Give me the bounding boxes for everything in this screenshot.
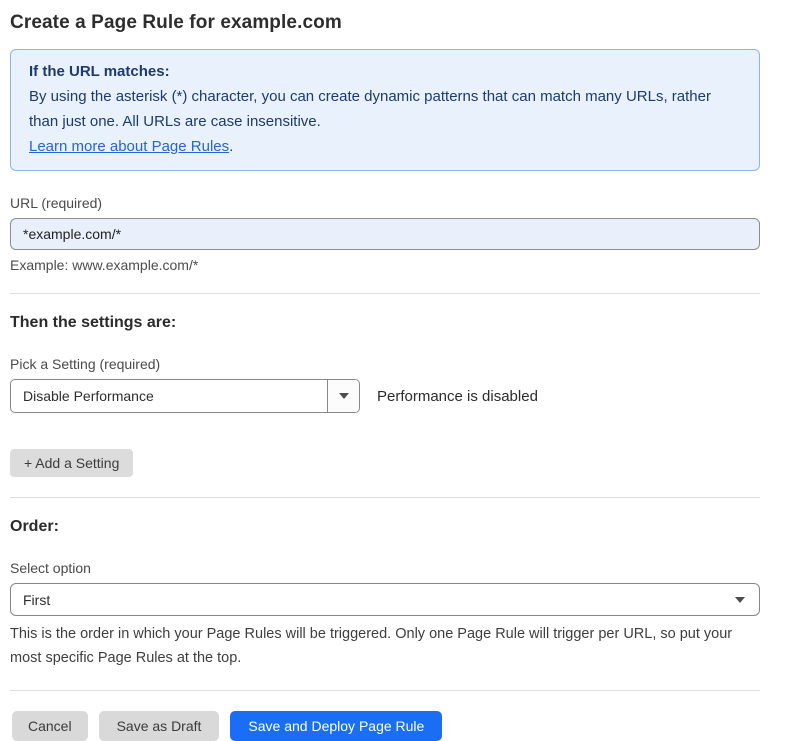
url-example-helper: Example: www.example.com/* xyxy=(10,257,760,273)
save-and-deploy-button[interactable]: Save and Deploy Page Rule xyxy=(230,711,442,741)
footer-actions: Cancel Save as Draft Save and Deploy Pag… xyxy=(10,711,760,741)
setting-row: Disable Performance Performance is disab… xyxy=(10,379,760,413)
order-select-value: First xyxy=(23,592,735,608)
save-as-draft-button[interactable]: Save as Draft xyxy=(99,711,220,741)
setting-select[interactable]: Disable Performance xyxy=(10,379,360,413)
learn-more-link[interactable]: Learn more about Page Rules xyxy=(29,138,229,155)
chevron-down-icon xyxy=(735,597,745,603)
order-helper-text: This is the order in which your Page Rul… xyxy=(10,622,748,670)
info-box-body: By using the asterisk (*) character, you… xyxy=(29,84,711,134)
setting-select-value: Disable Performance xyxy=(11,380,327,412)
setting-status-text: Performance is disabled xyxy=(377,388,538,405)
setting-select-arrow-button[interactable] xyxy=(327,380,359,412)
chevron-down-icon xyxy=(339,393,349,399)
divider xyxy=(10,690,760,691)
url-matches-info-box: If the URL matches: By using the asteris… xyxy=(10,49,760,171)
create-page-rule-form: Create a Page Rule for example.com If th… xyxy=(0,0,790,741)
order-section-heading: Order: xyxy=(10,518,760,536)
link-suffix: . xyxy=(229,138,233,155)
order-select[interactable]: First xyxy=(10,583,760,616)
url-input[interactable] xyxy=(10,218,760,250)
page-title: Create a Page Rule for example.com xyxy=(10,12,760,34)
cancel-button[interactable]: Cancel xyxy=(12,711,88,741)
divider xyxy=(10,497,760,498)
divider xyxy=(10,293,760,294)
pick-setting-label: Pick a Setting (required) xyxy=(10,356,760,372)
settings-section-heading: Then the settings are: xyxy=(10,314,760,332)
info-box-link-line: Learn more about Page Rules. xyxy=(29,134,741,159)
order-select-label: Select option xyxy=(10,560,760,576)
info-box-heading: If the URL matches: xyxy=(29,59,741,84)
url-field-label: URL (required) xyxy=(10,195,760,211)
add-setting-button[interactable]: + Add a Setting xyxy=(10,449,133,477)
